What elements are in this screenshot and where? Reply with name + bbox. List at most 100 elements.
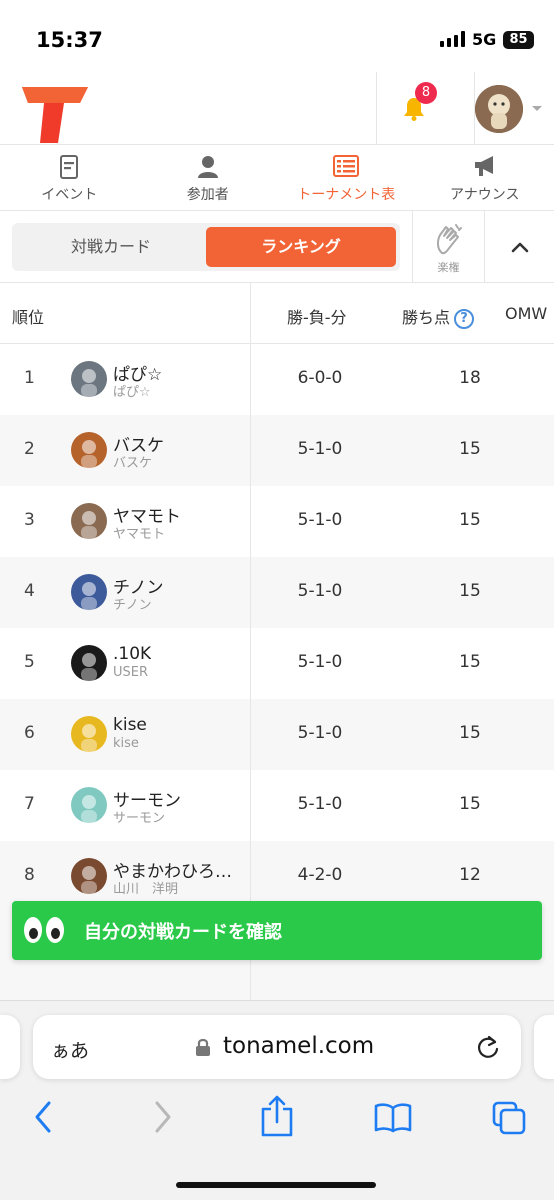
next-tab-card[interactable] <box>534 1015 554 1079</box>
tab-label: トーナメント表 <box>297 187 396 203</box>
player-subname: ヤマモト <box>113 527 166 542</box>
column-omw: OMW <box>505 304 548 323</box>
view-switcher: 対戦カード ランキング <box>12 223 400 271</box>
table-row[interactable]: 2 バスケ バスケ 5-1-0 15 <box>0 415 554 486</box>
check-my-match-button[interactable]: 自分の対戦カードを確認 <box>12 901 542 960</box>
player-avatar <box>71 361 107 397</box>
rank-cell: 5 <box>24 652 35 672</box>
record-cell: 5-1-0 <box>297 794 343 814</box>
points-cell: 15 <box>459 794 481 814</box>
ranking-tab[interactable]: ランキング <box>206 227 396 267</box>
forward-icon[interactable] <box>152 1099 174 1135</box>
table-row[interactable]: 7 サーモン サーモン 5-1-0 15 <box>0 770 554 841</box>
player-subname: kise <box>113 736 139 751</box>
points-cell: 15 <box>459 510 481 530</box>
rank-cell: 2 <box>24 439 35 459</box>
player-subname: ぱぴ☆ <box>113 385 151 400</box>
browser-chrome: ぁあ tonamel.com <box>0 1000 554 1200</box>
match-cards-tab[interactable]: 対戦カード <box>16 227 206 267</box>
player-subname: USER <box>113 665 149 680</box>
tab-event[interactable]: イベント <box>0 145 139 210</box>
address-bar[interactable]: ぁあ tonamel.com <box>33 1015 521 1079</box>
help-icon[interactable]: ? <box>454 309 475 329</box>
main-nav: イベント 参加者 トーナメント表 アナウンス <box>0 145 554 211</box>
rank-cell: 3 <box>24 510 35 530</box>
player-avatar <box>71 645 107 681</box>
chevron-down-icon <box>532 106 542 111</box>
tonamel-logo-icon[interactable] <box>18 85 92 149</box>
app-header: 8 <box>0 72 554 145</box>
prev-tab-card[interactable] <box>0 1015 20 1079</box>
document-icon <box>60 155 79 179</box>
points-cell: 15 <box>459 723 481 743</box>
column-points: 勝ち点? <box>402 304 475 329</box>
points-cell: 15 <box>459 652 481 672</box>
ranking-table-header: 順位 勝-負-分 勝ち点? OMW <box>0 283 554 344</box>
points-cell: 15 <box>459 439 481 459</box>
clap-hands-icon <box>436 224 462 255</box>
bookmarks-icon[interactable] <box>374 1103 412 1133</box>
player-subname: チノン <box>113 598 152 613</box>
player-name[interactable]: kise <box>113 715 147 735</box>
notifications-button[interactable]: 8 <box>376 72 474 145</box>
cta-label: 自分の対戦カードを確認 <box>84 922 282 943</box>
record-cell: 5-1-0 <box>297 581 343 601</box>
table-row[interactable]: 5 .10K USER 5-1-0 15 <box>0 628 554 699</box>
person-icon <box>197 156 218 178</box>
column-rank: 順位 <box>12 308 45 327</box>
lock-icon <box>196 1038 210 1056</box>
avatar <box>475 85 523 133</box>
network-type: 5G <box>472 30 497 49</box>
share-icon[interactable] <box>260 1095 294 1137</box>
player-subname: 山川 洋明 <box>113 882 179 897</box>
table-row[interactable]: 1 ぱぴ☆ ぱぴ☆ 6-0-0 18 <box>0 344 554 415</box>
points-cell: 12 <box>459 865 481 885</box>
clap-button[interactable]: 楽権 <box>412 211 484 283</box>
account-menu[interactable] <box>474 72 554 145</box>
table-row[interactable]: 4 チノン チノン 5-1-0 15 <box>0 557 554 628</box>
rank-cell: 8 <box>24 865 35 885</box>
player-avatar <box>71 574 107 610</box>
bracket-list-icon <box>333 155 360 177</box>
record-cell: 5-1-0 <box>297 723 343 743</box>
record-cell: 6-0-0 <box>297 368 343 388</box>
battery-icon: 85 <box>503 31 534 49</box>
player-subname: サーモン <box>113 811 166 826</box>
column-points-label: 勝ち点 <box>402 308 451 327</box>
collapse-button[interactable] <box>484 211 554 283</box>
table-row[interactable]: 6 kise kise 5-1-0 15 <box>0 699 554 770</box>
record-cell: 5-1-0 <box>297 439 343 459</box>
notification-badge: 8 <box>415 82 437 104</box>
clap-label: 楽権 <box>437 261 460 274</box>
tabs-icon[interactable] <box>492 1101 526 1135</box>
tab-participants[interactable]: 参加者 <box>139 145 278 210</box>
column-record: 勝-負-分 <box>287 308 347 327</box>
chevron-up-icon <box>511 242 529 253</box>
player-avatar <box>71 858 107 894</box>
player-avatar <box>71 787 107 823</box>
tab-announce[interactable]: アナウンス <box>416 145 554 210</box>
player-subname: バスケ <box>113 456 153 471</box>
table-row[interactable]: 3 ヤマモト ヤマモト 5-1-0 15 <box>0 486 554 557</box>
record-cell: 5-1-0 <box>297 510 343 530</box>
reload-icon[interactable] <box>475 1033 501 1061</box>
rank-cell: 1 <box>24 368 35 388</box>
signal-icon <box>440 31 465 47</box>
view-switcher-row: 対戦カード ランキング 楽権 <box>0 211 554 283</box>
tab-label: 参加者 <box>186 187 229 203</box>
player-avatar <box>71 503 107 539</box>
record-cell: 5-1-0 <box>297 652 343 672</box>
tab-tournament[interactable]: トーナメント表 <box>277 145 416 210</box>
column-divider <box>250 283 251 1003</box>
tab-label: イベント <box>41 187 98 203</box>
back-icon[interactable] <box>32 1099 54 1135</box>
reader-options-button[interactable]: ぁあ <box>51 1036 89 1063</box>
eyes-icon <box>24 917 64 943</box>
rank-cell: 7 <box>24 794 35 814</box>
tab-label: アナウンス <box>450 187 520 203</box>
home-indicator <box>176 1182 376 1188</box>
player-name[interactable]: .10K <box>113 644 151 664</box>
megaphone-icon <box>474 156 493 176</box>
player-avatar <box>71 432 107 468</box>
player-avatar <box>71 716 107 752</box>
